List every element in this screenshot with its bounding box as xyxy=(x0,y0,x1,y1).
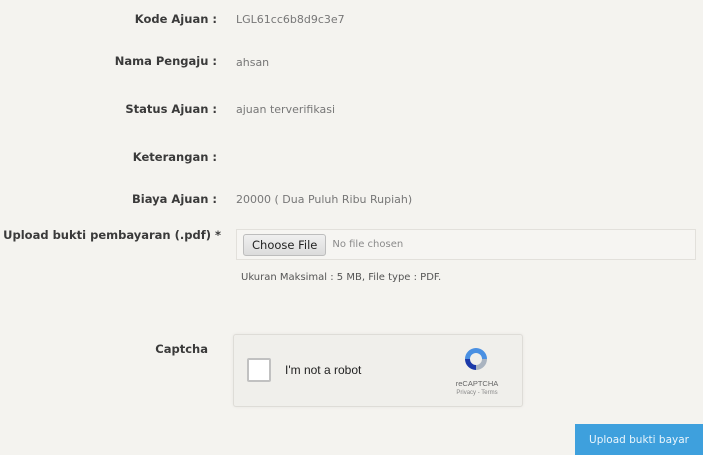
file-hint: Ukuran Maksimal : 5 MB, File type : PDF. xyxy=(241,272,442,283)
no-file-text: No file chosen xyxy=(332,239,404,250)
recaptcha-logo-icon xyxy=(465,348,487,370)
recaptcha-brand: reCAPTCHA xyxy=(455,379,499,388)
keterangan-label: Keterangan : xyxy=(132,150,217,164)
biaya-ajuan-label: Biaya Ajuan : xyxy=(132,192,217,206)
kode-ajuan-value: LGL61cc6b8d9c3e7 xyxy=(236,13,345,26)
upload-bukti-label: Upload bukti pembayaran (.pdf) * xyxy=(3,228,221,242)
status-ajuan-value: ajuan terverifikasi xyxy=(236,103,336,116)
captcha-label: Captcha xyxy=(155,342,208,356)
nama-pengaju-label: Nama Pengaju : xyxy=(114,54,217,68)
kode-ajuan-label: Kode Ajuan : xyxy=(134,12,217,26)
nama-pengaju-value: ahsan xyxy=(236,56,270,69)
recaptcha-checkbox[interactable] xyxy=(247,358,271,382)
recaptcha-label: I'm not a robot xyxy=(285,363,362,377)
choose-file-button[interactable]: Choose File xyxy=(243,233,327,256)
recaptcha-widget: I'm not a robot reCAPTCHA Privacy - Term… xyxy=(233,334,523,407)
file-input[interactable]: Choose File No file chosen xyxy=(236,229,696,260)
upload-bukti-bayar-button[interactable]: Upload bukti bayar xyxy=(575,424,703,455)
recaptcha-terms-link[interactable]: Privacy - Terms xyxy=(452,390,502,396)
biaya-ajuan-value: 20000 ( Dua Puluh Ribu Rupiah) xyxy=(236,193,413,206)
status-ajuan-label: Status Ajuan : xyxy=(125,102,217,116)
